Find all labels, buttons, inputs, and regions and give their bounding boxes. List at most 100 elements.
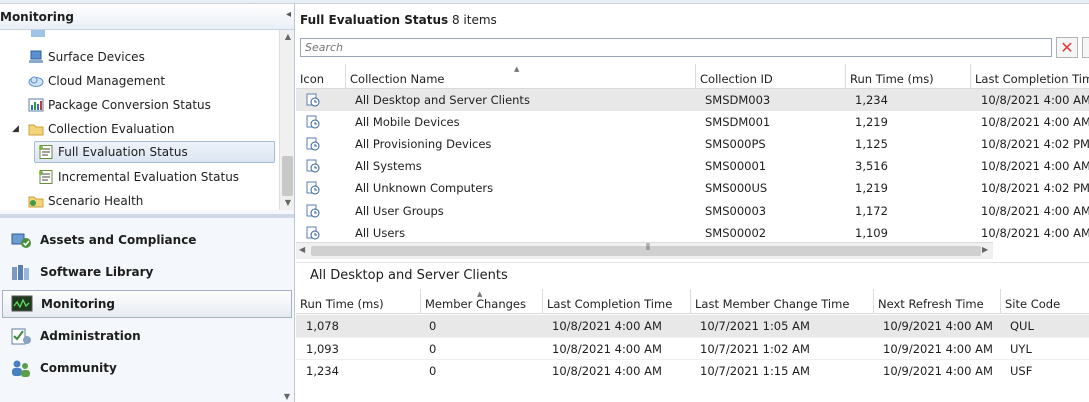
table-row[interactable]: All User Groups SMS00003 1,172 10/8/2021…	[296, 200, 1089, 222]
column-header-last-member-change-time[interactable]: Last Member Change Time	[691, 289, 874, 314]
last-member-change-time: 10/7/2021 1:02 AM	[700, 342, 810, 356]
details-divider[interactable]	[296, 262, 1089, 263]
member-changes: 0	[429, 319, 437, 333]
workspace-label: Administration	[40, 329, 141, 343]
clear-icon: ✕	[1060, 38, 1074, 57]
tree-item-full-evaluation-status[interactable]: Full Evaluation Status	[34, 141, 275, 163]
last-completion-time: 10/8/2021 4:02 PM	[981, 181, 1089, 195]
table-row[interactable]: 1,093 0 10/8/2021 4:00 AM 10/7/2021 1:02…	[296, 337, 1089, 359]
tree-item-label: Package Conversion Status	[48, 98, 211, 112]
column-header-run-time[interactable]: Run Time (ms)	[296, 289, 421, 314]
tree-item-incremental-evaluation-status[interactable]: Incremental Evaluation Status	[38, 166, 239, 188]
collection-icon	[306, 159, 320, 173]
table-row[interactable]: All Provisioning Devices SMS000PS 1,125 …	[296, 133, 1089, 155]
tree-item-label: Full Evaluation Status	[58, 145, 188, 159]
run-time: 1,078	[306, 319, 339, 333]
last-member-change-time: 10/7/2021 1:05 AM	[700, 319, 810, 333]
scroll-down-icon[interactable]: ▼	[280, 198, 294, 207]
scroll-left-icon[interactable]: ◀	[299, 245, 305, 254]
column-header-last-completion-time[interactable]: Last Completion Time	[971, 64, 1089, 89]
tree-item-surface-devices[interactable]: Surface Devices	[28, 46, 145, 68]
collection-name: All Systems	[355, 159, 422, 173]
column-header-run-time[interactable]: Run Time (ms)	[846, 64, 971, 89]
column-header-last-completion-time[interactable]: Last Completion Time	[543, 289, 691, 314]
tree-item-scenario-health[interactable]: Scenario Health	[28, 190, 143, 210]
cloud-icon	[28, 74, 44, 88]
column-header-icon[interactable]: Icon	[296, 64, 346, 89]
collection-icon	[306, 115, 320, 129]
workspace-label: Assets and Compliance	[40, 233, 197, 247]
table-row[interactable]: All Desktop and Server Clients SMSDM003 …	[296, 89, 1089, 111]
software-library-icon	[10, 262, 32, 282]
folder-icon	[30, 30, 46, 38]
page-title: Full Evaluation Status 8 items	[300, 13, 497, 27]
table-row[interactable]: All Mobile Devices SMSDM001 1,219 10/8/2…	[296, 111, 1089, 133]
folder-health-icon	[28, 194, 44, 208]
collapse-pane-icon[interactable]: ◂	[286, 9, 291, 20]
column-header-member-changes[interactable]: Member Changes	[421, 289, 543, 314]
expand-collapse-icon[interactable]: ◢	[12, 124, 19, 134]
chart-icon	[28, 98, 44, 112]
column-header-collection-id[interactable]: Collection ID	[696, 64, 846, 89]
run-time: 1,234	[306, 364, 339, 378]
item-count: 8 items	[451, 13, 497, 27]
navigation-pane: Monitoring ◂ Surface Devices Cloud Manag…	[0, 4, 295, 402]
community-icon	[10, 358, 32, 378]
collection-name: All Users	[355, 226, 406, 240]
tree-item-package-conversion-status[interactable]: Package Conversion Status	[28, 94, 211, 116]
nav-tree: Surface Devices Cloud Management Package…	[0, 30, 294, 210]
workspace-administration[interactable]: Administration	[2, 322, 292, 350]
collection-name: All Mobile Devices	[355, 115, 460, 129]
collection-icon	[306, 226, 320, 240]
run-time: 1,093	[306, 342, 339, 356]
table-row[interactable]: All Users SMS00002 1,109 10/8/2021 4:00 …	[296, 222, 1089, 244]
workspace-splitter[interactable]	[0, 214, 294, 218]
run-time: 1,234	[855, 93, 888, 107]
tree-item-label: Collection Evaluation	[48, 122, 175, 136]
next-refresh-time: 10/9/2021 4:00 AM	[883, 342, 993, 356]
tree-item-partial	[30, 30, 150, 42]
column-header-next-refresh-time[interactable]: Next Refresh Time	[874, 289, 1001, 314]
member-changes: 0	[429, 364, 437, 378]
table-row[interactable]: All Unknown Computers SMS000US 1,219 10/…	[296, 177, 1089, 199]
table-row[interactable]: 1,234 0 10/8/2021 4:00 AM 10/7/2021 1:15…	[296, 359, 1089, 381]
column-header-collection-name[interactable]: Collection Name	[346, 64, 696, 89]
scroll-right-icon[interactable]: ▶	[982, 245, 988, 254]
tree-item-cloud-management[interactable]: Cloud Management	[28, 70, 165, 92]
tree-scrollbar[interactable]: ▲ ▼	[279, 30, 294, 210]
workspace-assets-and-compliance[interactable]: Assets and Compliance	[2, 226, 292, 254]
workspace-community[interactable]: Community	[2, 354, 292, 382]
tree-item-label: Incremental Evaluation Status	[58, 170, 240, 184]
last-completion-time: 10/8/2021 4:00 AM	[981, 115, 1089, 129]
details-title: All Desktop and Server Clients	[310, 268, 508, 283]
next-refresh-time: 10/9/2021 4:00 AM	[883, 364, 993, 378]
tree-item-collection-evaluation[interactable]: Collection Evaluation	[28, 118, 175, 140]
assets-compliance-icon	[10, 230, 32, 250]
collection-id: SMS00001	[705, 159, 767, 173]
collection-icon	[306, 93, 320, 107]
table-row[interactable]: 1,078 0 10/8/2021 4:00 AM 10/7/2021 1:05…	[296, 315, 1089, 337]
nav-scroll-down-icon[interactable]: ▼	[279, 392, 294, 401]
workspace-software-library[interactable]: Software Library	[2, 258, 292, 286]
surface-devices-icon	[28, 50, 44, 64]
monitoring-icon	[11, 294, 33, 314]
table-row[interactable]: All Systems SMS00001 3,516 10/8/2021 4:0…	[296, 155, 1089, 177]
run-time: 1,219	[855, 115, 888, 129]
view-name: Full Evaluation Status	[300, 13, 449, 27]
scroll-up-icon[interactable]: ▲	[280, 32, 294, 41]
workspace-monitoring[interactable]: Monitoring	[2, 290, 292, 318]
last-completion-time: 10/8/2021 4:00 AM	[981, 93, 1089, 107]
results-pane: Full Evaluation Status 8 items ✕ ▲ Icon …	[296, 4, 1089, 402]
collection-name: All User Groups	[355, 204, 444, 218]
last-completion-time: 10/8/2021 4:00 AM	[552, 319, 662, 333]
run-time: 1,125	[855, 137, 888, 151]
search-box[interactable]	[300, 38, 1052, 57]
search-options-button[interactable]	[1082, 37, 1089, 58]
column-header-site-code[interactable]: Site Code	[1001, 289, 1089, 314]
scroll-thumb[interactable]	[282, 156, 293, 196]
clear-search-button[interactable]: ✕	[1056, 37, 1078, 58]
report-icon	[38, 145, 54, 159]
results-horizontal-scrollbar[interactable]: ◀ ⦀ ▶	[296, 242, 993, 259]
search-input[interactable]	[301, 39, 1051, 56]
run-time: 1,219	[855, 181, 888, 195]
